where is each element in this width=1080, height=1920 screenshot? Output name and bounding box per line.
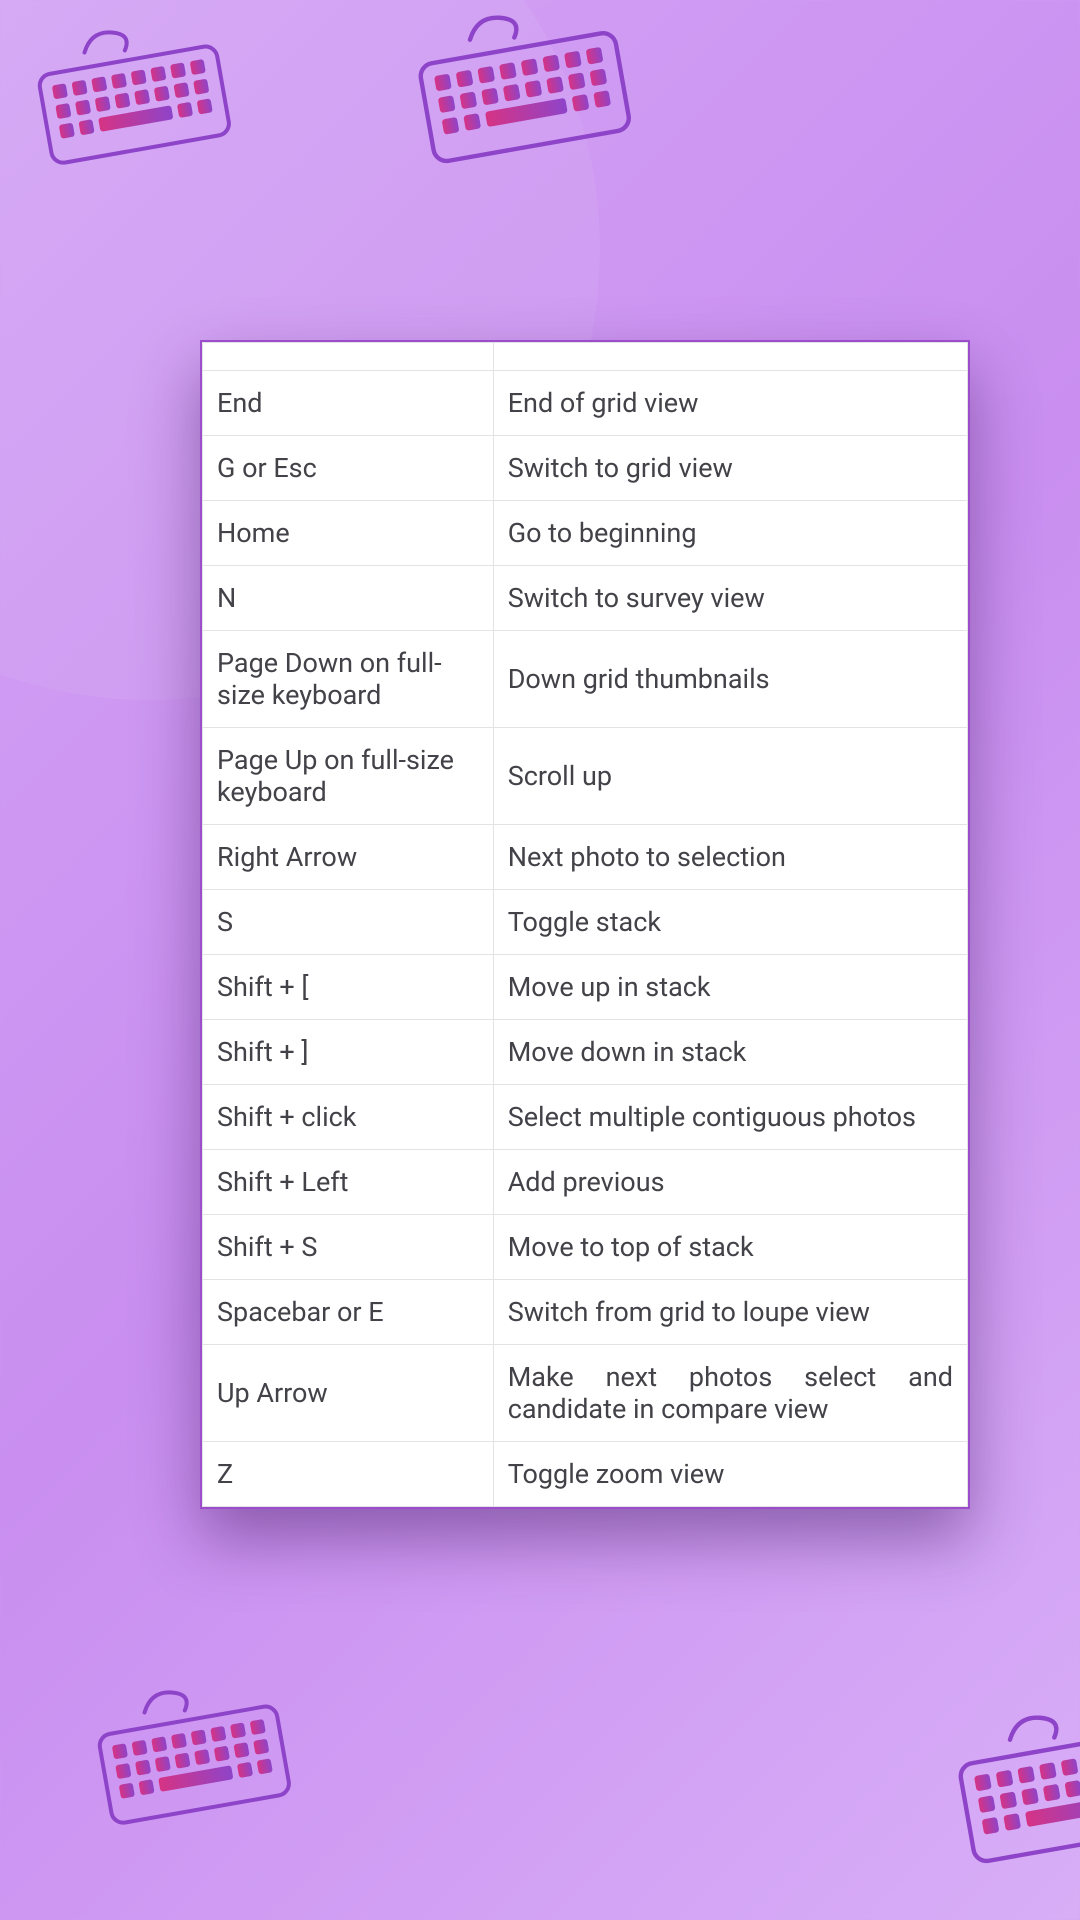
- keyboard-decoration-icon: [940, 1686, 1080, 1854]
- shortcuts-card: EndEnd of grid viewG or EscSwitch to gri…: [200, 340, 970, 1509]
- keyboard-decoration-icon: [81, 1664, 299, 1817]
- table-row: Page Up on full-size keyboardScroll up: [203, 728, 968, 825]
- shortcut-action-cell: Next photo to selection: [493, 825, 967, 890]
- shortcut-action-cell: Move to top of stack: [493, 1215, 967, 1280]
- table-row: EndEnd of grid view: [203, 371, 968, 436]
- table-row: Spacebar or ESwitch from grid to loupe v…: [203, 1280, 968, 1345]
- table-row: SToggle stack: [203, 890, 968, 955]
- table-row: ZToggle zoom view: [203, 1442, 968, 1507]
- table-row: Page Down on full-size keyboardDown grid…: [203, 631, 968, 728]
- table-row: Shift + SMove to top of stack: [203, 1215, 968, 1280]
- shortcut-action-cell: Down grid thumbnails: [493, 631, 967, 728]
- table-row: Shift + LeftAdd previous: [203, 1150, 968, 1215]
- shortcuts-table: EndEnd of grid viewG or EscSwitch to gri…: [202, 342, 968, 1507]
- shortcut-key-cell: Right Arrow: [203, 825, 494, 890]
- table-row: Shift + ]Move down in stack: [203, 1020, 968, 1085]
- shortcut-action-cell: Switch to survey view: [493, 566, 967, 631]
- shortcut-action-cell: Go to beginning: [493, 501, 967, 566]
- table-row: Shift + [Move up in stack: [203, 955, 968, 1020]
- shortcut-key-cell: Up Arrow: [203, 1345, 494, 1442]
- table-row: [203, 343, 968, 371]
- shortcut-key-cell: Shift + ]: [203, 1020, 494, 1085]
- shortcut-key-cell: Shift + [: [203, 955, 494, 1020]
- shortcut-action-cell: Toggle zoom view: [493, 1442, 967, 1507]
- table-row: Shift + clickSelect multiple contiguous …: [203, 1085, 968, 1150]
- shortcut-key-cell: Shift + Left: [203, 1150, 494, 1215]
- table-row: Up ArrowMake next photos select and cand…: [203, 1345, 968, 1442]
- shortcut-action-cell: Switch from grid to loupe view: [493, 1280, 967, 1345]
- table-row: HomeGo to beginning: [203, 501, 968, 566]
- shortcut-action-cell: End of grid view: [493, 371, 967, 436]
- shortcut-key-cell: Z: [203, 1442, 494, 1507]
- table-row: G or EscSwitch to grid view: [203, 436, 968, 501]
- shortcut-key-cell: S: [203, 890, 494, 955]
- table-row: Right ArrowNext photo to selection: [203, 825, 968, 890]
- shortcut-key-cell: Home: [203, 501, 494, 566]
- shortcut-action-cell: Make next photos select and candidate in…: [493, 1345, 967, 1442]
- shortcut-action-cell: Move down in stack: [493, 1020, 967, 1085]
- shortcut-key-cell: Shift + S: [203, 1215, 494, 1280]
- shortcut-key-cell: N: [203, 566, 494, 631]
- shortcut-key-cell: Shift + click: [203, 1085, 494, 1150]
- shortcut-key-cell: Page Down on full-size keyboard: [203, 631, 494, 728]
- keyboard-decoration-icon: [400, 0, 640, 154]
- shortcut-key-cell: End: [203, 371, 494, 436]
- shortcut-key-cell: G or Esc: [203, 436, 494, 501]
- shortcut-action-cell: Switch to grid view: [493, 436, 967, 501]
- shortcut-action-cell: Select multiple contiguous photos: [493, 1085, 967, 1150]
- table-row: NSwitch to survey view: [203, 566, 968, 631]
- shortcut-action-cell: Move up in stack: [493, 955, 967, 1020]
- shortcut-key-cell: Spacebar or E: [203, 1280, 494, 1345]
- shortcut-action-cell: [493, 343, 967, 371]
- shortcut-action-cell: Scroll up: [493, 728, 967, 825]
- shortcut-key-cell: Page Up on full-size keyboard: [203, 728, 494, 825]
- shortcut-key-cell: [203, 343, 494, 371]
- shortcut-action-cell: Toggle stack: [493, 890, 967, 955]
- shortcut-action-cell: Add previous: [493, 1150, 967, 1215]
